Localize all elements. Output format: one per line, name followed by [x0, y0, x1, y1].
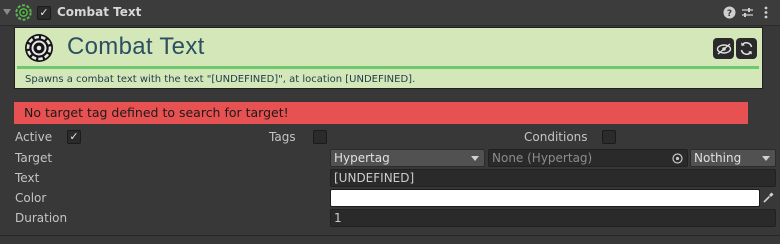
component-header[interactable]: ✓ Combat Text ? — [0, 0, 780, 26]
target-mode-dropdown[interactable]: Nothing — [690, 149, 776, 167]
target-object-field[interactable]: None (Hypertag) — [488, 149, 688, 167]
svg-text:?: ? — [726, 9, 731, 19]
duration-value: 1 — [334, 211, 342, 225]
kebab-menu-icon[interactable] — [759, 5, 773, 21]
foldout-triangle-icon[interactable] — [3, 9, 11, 15]
target-mode-value: Nothing — [694, 151, 742, 165]
target-type-value: Hypertag — [334, 151, 390, 165]
banner-divider — [17, 66, 759, 69]
text-label: Text — [15, 171, 40, 185]
chevron-down-icon — [762, 156, 770, 161]
color-label: Color — [15, 191, 47, 205]
component-enabled-checkbox[interactable]: ✓ — [37, 6, 51, 20]
color-swatch[interactable] — [330, 189, 760, 207]
object-picker-icon[interactable] — [672, 153, 683, 164]
tags-label: Tags — [269, 130, 296, 144]
gear-target-icon — [25, 34, 53, 62]
eyedropper-icon[interactable] — [762, 191, 775, 204]
text-value: [UNDEFINED] — [334, 171, 415, 185]
conditions-label: Conditions — [524, 130, 588, 144]
help-icon[interactable]: ? — [722, 5, 736, 21]
target-label: Target — [15, 151, 53, 165]
conditions-checkbox[interactable] — [602, 130, 616, 144]
target-object-value: None (Hypertag) — [492, 151, 593, 165]
active-label: Active — [15, 130, 53, 144]
presets-sliders-icon[interactable] — [740, 5, 754, 21]
component-title: Combat Text — [57, 5, 142, 19]
banner-description: Spawns a combat text with the text "[UND… — [25, 74, 416, 85]
active-checkbox[interactable]: ✓ — [67, 130, 81, 144]
chevron-down-icon — [471, 156, 479, 161]
duration-input[interactable]: 1 — [330, 209, 776, 227]
banner-title: Combat Text — [67, 33, 205, 60]
component-gear-icon — [15, 4, 32, 21]
component-banner: Combat Text Spawns a combat text with th… — [14, 27, 763, 89]
duration-label: Duration — [15, 211, 68, 225]
text-input[interactable]: [UNDEFINED] — [330, 169, 776, 187]
refresh-icon[interactable] — [736, 38, 757, 59]
tags-checkbox[interactable] — [313, 130, 327, 144]
error-message: No target tag defined to search for targ… — [14, 102, 748, 124]
target-type-dropdown[interactable]: Hypertag — [330, 149, 485, 167]
divider — [0, 235, 780, 236]
hide-eye-slash-icon[interactable] — [713, 38, 734, 59]
